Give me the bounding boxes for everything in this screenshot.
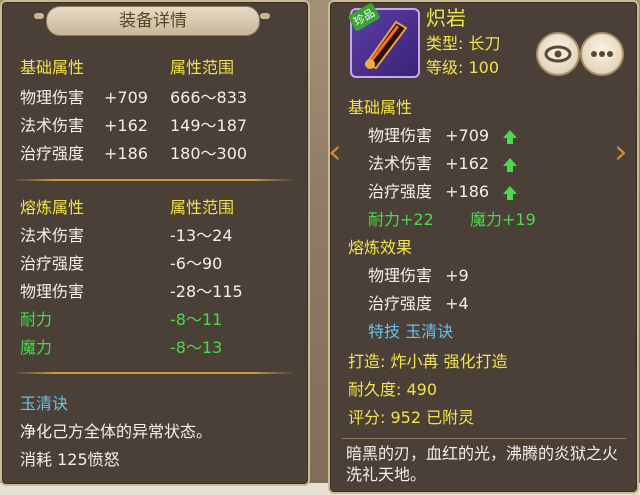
refine-row: 物理伤害 +9 bbox=[368, 266, 469, 286]
divider bbox=[12, 179, 296, 181]
divider bbox=[12, 372, 296, 374]
preview-button[interactable] bbox=[536, 32, 580, 76]
attr-range-header: 属性范围 bbox=[170, 58, 235, 77]
arrow-up-icon bbox=[503, 185, 518, 200]
refine-attr-name: 耐力 bbox=[20, 310, 53, 329]
forge-info: 打造: 炸小苒 强化打造 bbox=[348, 352, 508, 371]
attr-value: +709 bbox=[104, 88, 148, 107]
refine-name: 治疗强度 bbox=[368, 294, 433, 313]
skill-name: 玉清诀 bbox=[20, 394, 69, 413]
item-icon[interactable]: 珍品 bbox=[347, 2, 420, 78]
score: 评分: 952 已附灵 bbox=[348, 408, 475, 427]
attr-value: +186 bbox=[104, 144, 148, 163]
item-name: 炽岩 bbox=[426, 6, 466, 30]
attr-value: +186 bbox=[445, 182, 490, 201]
title-decoration bbox=[260, 13, 270, 19]
attr-row: 物理伤害 +709 bbox=[368, 126, 518, 146]
arrow-up-icon bbox=[503, 157, 518, 172]
attr-name: 物理伤害 bbox=[368, 126, 433, 145]
refine-attr-name: 物理伤害 bbox=[20, 282, 85, 301]
chevron-left-icon[interactable]: ‹ bbox=[328, 134, 350, 170]
refine-attr-range: -6～90 bbox=[170, 254, 223, 273]
more-button[interactable] bbox=[580, 32, 624, 76]
attr-value: +709 bbox=[445, 126, 490, 145]
item-description: 暗黑的刃，血红的光，沸腾的炎狱之火洗礼天地。 bbox=[346, 444, 619, 484]
attr-name: 法术伤害 bbox=[368, 154, 433, 173]
skill-cost: 消耗 125愤怒 bbox=[20, 450, 120, 469]
basic-attr-header: 基础属性 bbox=[348, 98, 413, 117]
refine-attr-range: -8～13 bbox=[170, 338, 223, 357]
title-decoration bbox=[34, 13, 44, 19]
refine-attr-range: -8～11 bbox=[170, 310, 223, 329]
attr-name: 治疗强度 bbox=[20, 144, 85, 163]
refine-attr-header: 熔炼属性 bbox=[20, 198, 85, 217]
refine-name: 物理伤害 bbox=[368, 266, 433, 285]
attr-name: 物理伤害 bbox=[20, 88, 85, 107]
attr-range: 666～833 bbox=[170, 88, 248, 107]
chevron-right-icon[interactable]: › bbox=[614, 134, 636, 170]
attr-name: 法术伤害 bbox=[20, 116, 85, 135]
item-tooltip-panel: 珍品 炽岩 类型: 长刀 等级: 100 ‹ › 基础属性 物理伤害 +709 … bbox=[328, 0, 639, 494]
attr-value: +162 bbox=[445, 154, 490, 173]
skill-description: 净化己方全体的异常状态。 bbox=[20, 422, 213, 441]
attr-name: 治疗强度 bbox=[368, 182, 433, 201]
item-description-box: 暗黑的刃，血红的光，沸腾的炎狱之火洗礼天地。 bbox=[342, 438, 626, 489]
basic-attr-header: 基础属性 bbox=[20, 58, 85, 77]
equipment-detail-panel: 装备详情 基础属性 属性范围 物理伤害 +709 666～833 法术伤害 +1… bbox=[0, 0, 310, 486]
attr-range: 180～300 bbox=[170, 144, 248, 163]
item-level: 等级: 100 bbox=[426, 58, 500, 77]
special-skill: 特技 玉清诀 bbox=[368, 322, 454, 341]
stamina-bonus: 耐力+22 bbox=[368, 210, 434, 229]
arrow-up-icon bbox=[503, 129, 518, 144]
magic-bonus: 魔力+19 bbox=[470, 210, 536, 229]
more-icon bbox=[591, 51, 613, 57]
panel-title: 装备详情 bbox=[46, 6, 260, 36]
attr-range: 149～187 bbox=[170, 116, 248, 135]
refine-attr-range: -28～115 bbox=[170, 282, 243, 301]
refine-value: +4 bbox=[445, 294, 469, 313]
item-type: 类型: 长刀 bbox=[426, 34, 501, 53]
refine-attr-name: 治疗强度 bbox=[20, 254, 85, 273]
durability: 耐久度: 490 bbox=[348, 380, 438, 399]
eye-icon bbox=[544, 45, 572, 63]
refine-range-header: 属性范围 bbox=[170, 198, 235, 217]
attr-value: +162 bbox=[104, 116, 148, 135]
refine-effect-header: 熔炼效果 bbox=[348, 238, 413, 257]
refine-attr-name: 魔力 bbox=[20, 338, 53, 357]
refine-value: +9 bbox=[445, 266, 469, 285]
attr-row: 治疗强度 +186 bbox=[368, 182, 518, 202]
refine-attr-name: 法术伤害 bbox=[20, 226, 85, 245]
refine-row: 治疗强度 +4 bbox=[368, 294, 469, 314]
attr-row: 法术伤害 +162 bbox=[368, 154, 518, 174]
refine-attr-range: -13～24 bbox=[170, 226, 233, 245]
